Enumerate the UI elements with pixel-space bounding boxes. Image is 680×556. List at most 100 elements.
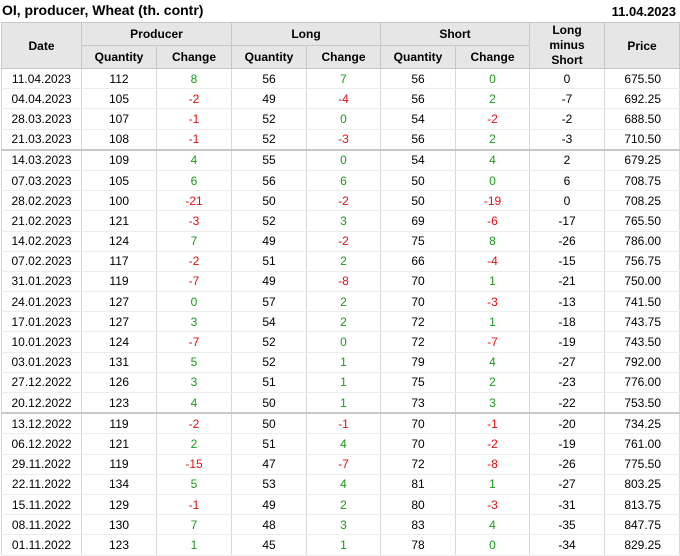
producer-quantity-cell: 123 (81, 534, 157, 556)
short-quantity-cell: 83 (380, 514, 457, 536)
date-cell: 31.01.2023 (1, 271, 82, 293)
table-row: 04.04.2023 105 -2 49 -4 56 2 -7 692.25 (1, 88, 680, 110)
long-quantity-cell: 50 (231, 392, 307, 414)
producer-quantity-cell: 124 (81, 331, 157, 353)
producer-quantity-cell: 126 (81, 372, 157, 394)
short-change-cell: 0 (455, 534, 531, 556)
col-producer: Producer (81, 22, 232, 46)
producer-change-cell: 7 (156, 231, 232, 252)
date-cell: 06.12.2022 (1, 433, 82, 455)
short-quantity-cell: 69 (380, 210, 457, 232)
table-row: 15.11.2022 129 -1 49 2 80 -3 -31 813.75 (1, 494, 680, 516)
long-quantity-cell: 52 (231, 352, 307, 373)
price-cell: 765.50 (604, 210, 680, 232)
table-row: 22.11.2022 134 5 53 4 81 1 -27 803.25 (1, 474, 680, 495)
producer-change-cell: 3 (156, 372, 232, 394)
short-change-cell: 2 (455, 129, 531, 151)
table-row: 07.03.2023 105 6 56 6 50 0 6 708.75 (1, 170, 680, 192)
short-change-cell: 2 (455, 372, 531, 394)
producer-change-cell: -7 (156, 331, 232, 353)
short-change-cell: -2 (455, 108, 531, 130)
date-cell: 01.11.2022 (1, 534, 82, 556)
short-change-cell: -19 (455, 190, 531, 212)
long-quantity-cell: 56 (231, 68, 307, 90)
table-row: 31.01.2023 119 -7 49 -8 70 1 -21 750.00 (1, 271, 680, 293)
short-change-cell: -3 (455, 494, 531, 516)
long-minus-short-cell: -3 (529, 129, 606, 151)
page-title: OI, producer, Wheat (th. contr) (2, 2, 204, 18)
long-minus-short-cell: -21 (529, 271, 606, 293)
long-change-cell: 4 (305, 433, 382, 455)
long-minus-short-cell: 0 (529, 68, 606, 90)
table-row: 08.11.2022 130 7 48 3 83 4 -35 847.75 (1, 514, 680, 536)
short-change-cell: 0 (455, 68, 531, 90)
producer-quantity-cell: 119 (81, 412, 157, 435)
long-minus-short-cell: -35 (529, 514, 606, 536)
long-minus-short-cell: -2 (529, 108, 606, 130)
col-long-minus-short: Long minus Short (529, 22, 606, 69)
long-quantity-cell: 51 (231, 372, 307, 394)
date-cell: 14.02.2023 (1, 231, 82, 252)
long-change-cell: 2 (305, 291, 382, 313)
price-cell: 734.25 (604, 412, 680, 435)
date-cell: 20.12.2022 (1, 392, 82, 414)
table-row: 27.12.2022 126 3 51 1 75 2 -23 776.00 (1, 372, 680, 394)
producer-quantity-cell: 129 (81, 494, 157, 516)
table-row: 28.02.2023 100 -21 50 -2 50 -19 0 708.25 (1, 190, 680, 212)
price-cell: 847.75 (604, 514, 680, 536)
short-quantity-cell: 54 (380, 108, 457, 130)
short-quantity-cell: 50 (380, 170, 457, 192)
long-change-cell: 2 (305, 311, 382, 333)
short-change-cell: -1 (455, 412, 531, 435)
col-long-change: Change (305, 45, 382, 69)
date-cell: 28.03.2023 (1, 108, 82, 130)
price-cell: 829.25 (604, 534, 680, 556)
producer-quantity-cell: 105 (81, 88, 157, 110)
producer-quantity-cell: 109 (81, 148, 157, 171)
col-producer-quantity: Quantity (81, 45, 157, 69)
short-quantity-cell: 75 (380, 372, 457, 394)
short-quantity-cell: 70 (380, 271, 457, 293)
price-cell: 679.25 (604, 148, 680, 171)
long-minus-short-cell: -22 (529, 392, 606, 414)
long-change-cell: 2 (305, 494, 382, 516)
price-cell: 761.00 (604, 433, 680, 455)
short-quantity-cell: 70 (380, 433, 457, 455)
long-change-cell: -2 (305, 231, 382, 252)
date-cell: 14.03.2023 (1, 148, 82, 171)
price-cell: 710.50 (604, 129, 680, 151)
long-quantity-cell: 52 (231, 129, 307, 151)
producer-change-cell: 1 (156, 534, 232, 556)
short-quantity-cell: 56 (380, 68, 457, 90)
date-cell: 29.11.2022 (1, 454, 82, 475)
long-change-cell: -8 (305, 271, 382, 293)
short-quantity-cell: 78 (380, 534, 457, 556)
long-quantity-cell: 51 (231, 251, 307, 272)
long-quantity-cell: 53 (231, 474, 307, 495)
short-quantity-cell: 72 (380, 454, 457, 475)
date-cell: 03.01.2023 (1, 352, 82, 373)
short-quantity-cell: 81 (380, 474, 457, 495)
long-quantity-cell: 57 (231, 291, 307, 313)
long-change-cell: 4 (305, 474, 382, 495)
date-cell: 15.11.2022 (1, 494, 82, 516)
producer-change-cell: -2 (156, 88, 232, 110)
producer-change-cell: -2 (156, 251, 232, 272)
short-change-cell: -3 (455, 291, 531, 313)
long-quantity-cell: 50 (231, 190, 307, 212)
price-cell: 743.50 (604, 331, 680, 353)
table-row: 11.04.2023 112 8 56 7 56 0 0 675.50 (1, 68, 680, 90)
long-minus-short-cell: -27 (529, 352, 606, 373)
producer-quantity-cell: 127 (81, 311, 157, 333)
short-change-cell: -2 (455, 433, 531, 455)
header-row-1: Date Producer Long Short Long minus Shor… (1, 22, 680, 69)
short-quantity-cell: 66 (380, 251, 457, 272)
date-cell: 17.01.2023 (1, 311, 82, 333)
producer-quantity-cell: 134 (81, 474, 157, 495)
long-minus-short-cell: -31 (529, 494, 606, 516)
price-cell: 688.50 (604, 108, 680, 130)
price-cell: 753.50 (604, 392, 680, 414)
long-change-cell: 3 (305, 514, 382, 536)
long-change-cell: 0 (305, 148, 382, 171)
price-cell: 708.75 (604, 170, 680, 192)
